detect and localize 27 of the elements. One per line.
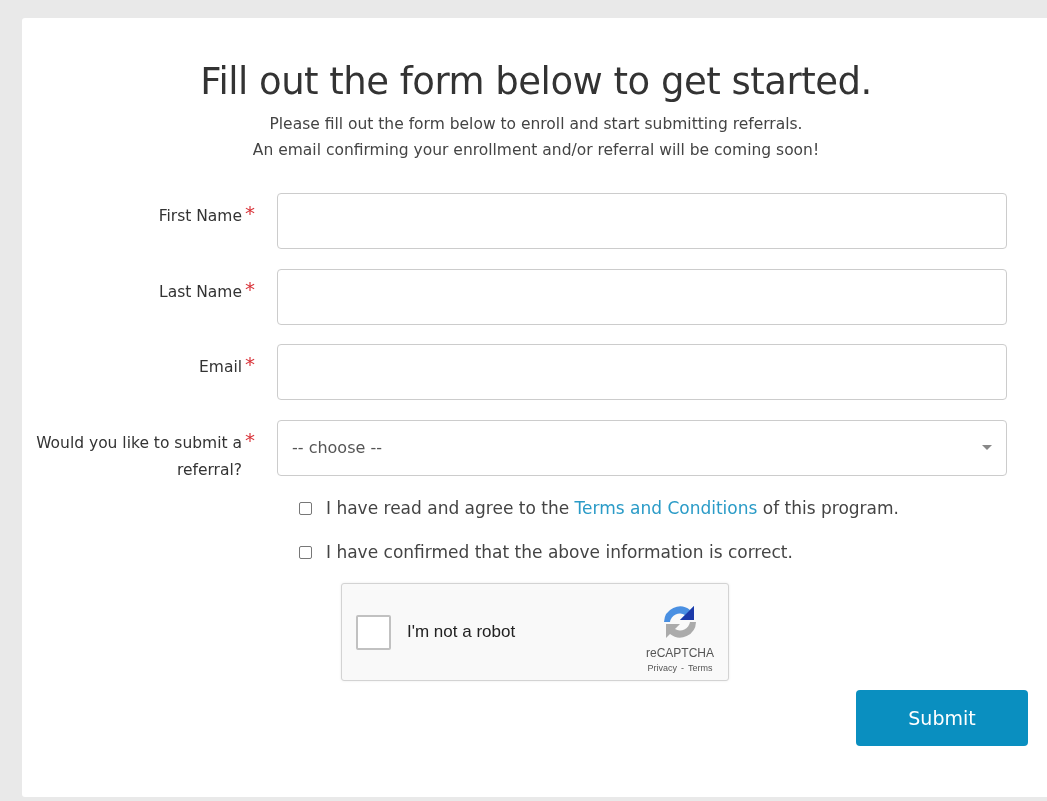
captcha-label: I'm not a robot (407, 622, 517, 642)
captcha-checkbox[interactable] (356, 614, 391, 650)
caret-icon (982, 445, 992, 450)
select-field[interactable]: -- choose -- (277, 419, 1007, 476)
terms-link[interactable]: Terms (688, 662, 713, 673)
input-field[interactable] (277, 344, 1007, 400)
required-mark: * (245, 203, 255, 223)
checkbox[interactable] (299, 501, 312, 515)
field-label: Would you like to submit a referral? (35, 432, 242, 481)
required-mark: * (245, 429, 255, 450)
input-field[interactable] (277, 268, 1007, 325)
submit-button[interactable]: Submit (856, 690, 1028, 746)
required-mark: * (245, 278, 255, 299)
input-field[interactable] (277, 193, 1007, 249)
agreement-text: I have confirmed that the above information is correct. (326, 542, 793, 562)
field-label: Email (199, 357, 242, 378)
link-separator: - (681, 662, 684, 673)
intro-text: An email confirming your enrollment and/or referral will be coming soon! (251, 140, 821, 161)
agreement-text: I have read and agree to the Terms and Conditions of this program. (326, 498, 899, 518)
privacy-link[interactable]: Privacy (647, 662, 677, 673)
checkbox[interactable] (299, 545, 312, 559)
intro-text: Please fill out the form below to enroll and start submitting referrals. (268, 114, 804, 135)
field-label: Last Name (159, 281, 242, 303)
captcha-brand: reCAPTCHA (646, 645, 714, 660)
form-heading: Fill out the form below to get started. (199, 60, 873, 103)
required-mark: * (245, 354, 255, 374)
field-label: First Name (158, 206, 242, 227)
